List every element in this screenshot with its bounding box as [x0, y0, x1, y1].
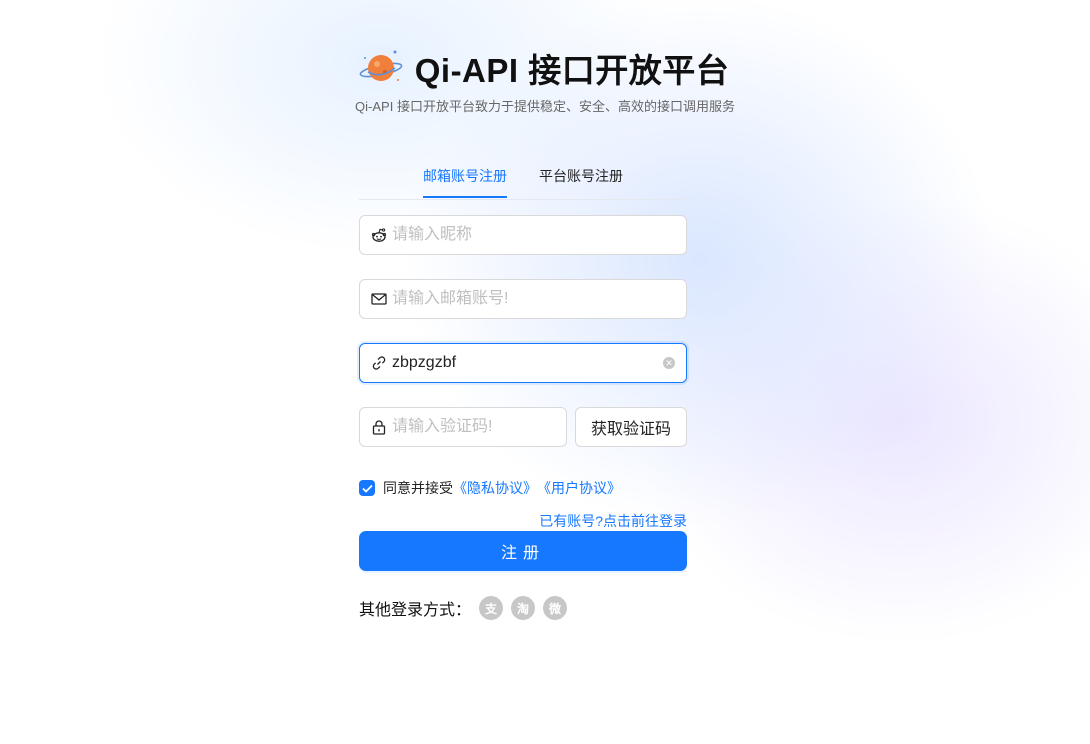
- alipay-icon[interactable]: 支: [479, 596, 504, 620]
- nickname-input[interactable]: [392, 223, 686, 247]
- taobao-icon[interactable]: 淘: [511, 596, 536, 620]
- page-header: Qi-API 接口开放平台: [0, 40, 1090, 96]
- lock-icon: [371, 419, 387, 435]
- tab-email-register[interactable]: 邮箱账号注册: [423, 166, 507, 198]
- email-field[interactable]: [359, 279, 687, 319]
- link-icon: [371, 355, 387, 371]
- invite-code-input[interactable]: [392, 351, 663, 375]
- agree-checkbox[interactable]: [359, 480, 375, 496]
- mail-icon: [371, 291, 387, 307]
- login-link[interactable]: 已有账号?点击前往登录: [539, 511, 687, 531]
- other-login-row: 其他登录方式： 支 淘 微: [359, 596, 568, 620]
- other-login-label: 其他登录方式：: [359, 602, 472, 619]
- weibo-icon[interactable]: 微: [543, 596, 568, 620]
- privacy-link[interactable]: 《隐私协议》: [453, 478, 537, 498]
- email-input[interactable]: [392, 287, 686, 311]
- check-icon: [361, 484, 373, 493]
- clear-icon[interactable]: ✕: [663, 357, 675, 369]
- agree-text: 同意并接受: [383, 480, 453, 496]
- invite-code-field[interactable]: ✕: [359, 343, 687, 383]
- page-title: Qi-API 接口开放平台: [414, 52, 730, 89]
- agreement-row: 同意并接受 《隐私协议》 《用户协议》: [359, 478, 621, 498]
- title-row: Qi-API 接口开放平台: [0, 40, 1068, 96]
- verify-code-input[interactable]: [392, 415, 599, 439]
- page-subtitle: Qi-API 接口开放平台致力于提供稳定、安全、高效的接口调用服务: [355, 99, 735, 114]
- nickname-field[interactable]: [359, 215, 687, 255]
- tab-platform-register[interactable]: 平台账号注册: [539, 166, 623, 198]
- register-tabs: 邮箱账号注册 平台账号注册: [359, 160, 687, 200]
- get-code-button[interactable]: 获取验证码: [575, 407, 687, 447]
- register-button[interactable]: 注册: [359, 531, 687, 571]
- user-agreement-link[interactable]: 《用户协议》: [537, 478, 621, 498]
- reddit-icon: [371, 227, 387, 243]
- planet-logo-icon: [359, 50, 403, 81]
- verify-code-field[interactable]: [359, 407, 599, 447]
